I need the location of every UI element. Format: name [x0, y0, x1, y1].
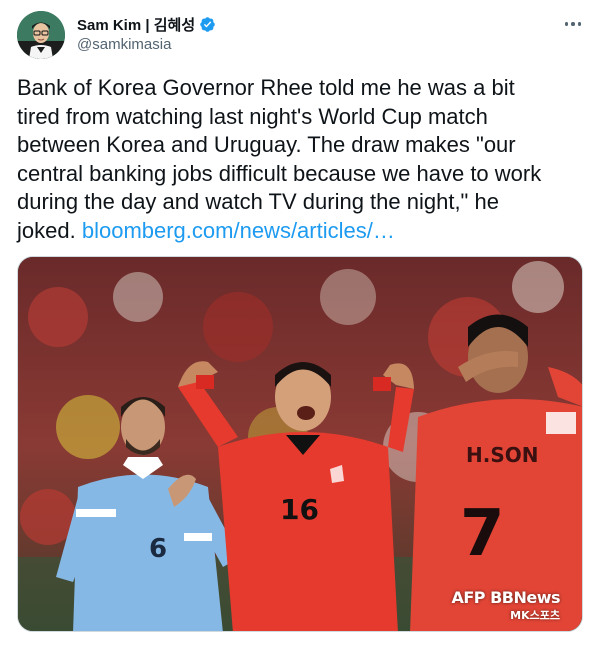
- tweet-text: Bank of Korea Governor Rhee told me he w…: [17, 74, 583, 245]
- author-display-name[interactable]: Sam Kim | 김혜성: [77, 14, 195, 35]
- tweet-photo[interactable]: 6 16 H.SON 7 AFP BBNews MK스포츠: [17, 256, 583, 632]
- tweet-text-line: Bank of Korea Governor Rhee told me he w…: [17, 75, 515, 100]
- person-avatar-icon: [17, 11, 65, 59]
- author-handle[interactable]: @samkimasia: [77, 36, 171, 53]
- svg-text:16: 16: [280, 493, 319, 526]
- more-dot-icon: [577, 22, 582, 26]
- soccer-players-photo: 6 16 H.SON 7: [18, 257, 582, 631]
- avatar[interactable]: [17, 11, 65, 59]
- tweet-text-line: joked.: [17, 217, 76, 243]
- author-name-row[interactable]: Sam Kim | 김혜성: [77, 14, 216, 35]
- svg-text:7: 7: [460, 497, 505, 571]
- tweet-text-line: central banking jobs difficult because w…: [17, 160, 542, 186]
- tweet[interactable]: Sam Kim | 김혜성 @samkimasia Bank of Korea …: [0, 0, 596, 646]
- tweet-text-line: tired from watching last night's World C…: [17, 103, 488, 129]
- tweet-text-line: during the day and watch TV during the n…: [17, 189, 499, 214]
- more-dot-icon: [571, 22, 575, 26]
- tweet-text-last-line: joked. bloomberg.com/news/articles/…: [17, 217, 583, 246]
- svg-text:6: 6: [149, 534, 167, 564]
- verified-badge-icon: [200, 17, 215, 32]
- photo-watermark-sub: MK스포츠: [510, 609, 560, 622]
- tweet-text-line: between Korea and Uruguay. The draw make…: [17, 132, 516, 157]
- photo-watermark: AFP BBNews: [451, 588, 560, 607]
- jersey-name: H.SON: [466, 443, 538, 467]
- more-options-button[interactable]: [558, 14, 588, 34]
- more-dot-icon: [564, 22, 569, 26]
- article-link[interactable]: bloomberg.com/news/articles/…: [82, 218, 395, 243]
